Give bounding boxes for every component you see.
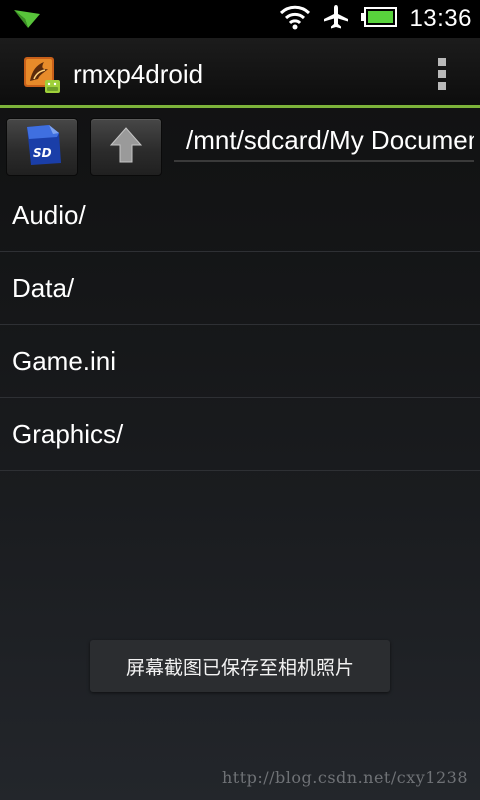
clock: 13:36 [409, 5, 472, 32]
file-name: Data/ [12, 272, 75, 303]
file-toolbar: SD /mnt/sdcard/My Documents [0, 108, 480, 180]
file-name: Graphics/ [12, 418, 124, 449]
dragon-app-icon[interactable] [24, 57, 62, 95]
sd-card-icon: SD [19, 123, 65, 171]
toast-message: 屏幕截图已保存至相机照片 [90, 640, 390, 692]
watermark: http://blog.csdn.net/cxy1238 [221, 768, 468, 787]
battery-icon [361, 7, 398, 31]
overflow-menu-button[interactable] [434, 58, 450, 90]
overflow-dot [438, 70, 446, 78]
path-input[interactable]: /mnt/sdcard/My Documents [174, 120, 474, 162]
file-name: Game.ini [12, 345, 117, 376]
airplane-icon [323, 4, 349, 34]
list-item[interactable]: Audio/ [0, 180, 480, 252]
overflow-dot [438, 82, 446, 90]
svg-text:SD: SD [33, 146, 52, 160]
sdcard-button[interactable]: SD [6, 118, 78, 176]
status-icons: 13:36 [267, 0, 472, 38]
list-item[interactable]: Graphics/ [0, 398, 480, 471]
notification-arrow-icon [12, 8, 42, 34]
file-list: Audio/ Data/ Game.ini Graphics/ [0, 180, 480, 471]
screen: 13:36 rmxp4droid SD /mnt/sdcard/My Docum… [0, 0, 480, 800]
app-title: rmxp4droid [73, 59, 204, 89]
wifi-icon [279, 4, 311, 34]
parent-directory-button[interactable] [90, 118, 162, 176]
file-name: Audio/ [12, 200, 86, 230]
status-bar: 13:36 [0, 0, 480, 38]
action-bar: rmxp4droid [0, 38, 480, 108]
list-item[interactable]: Data/ [0, 252, 480, 325]
list-item[interactable]: Game.ini [0, 325, 480, 398]
up-arrow-icon [109, 126, 143, 168]
overflow-dot [438, 58, 446, 66]
